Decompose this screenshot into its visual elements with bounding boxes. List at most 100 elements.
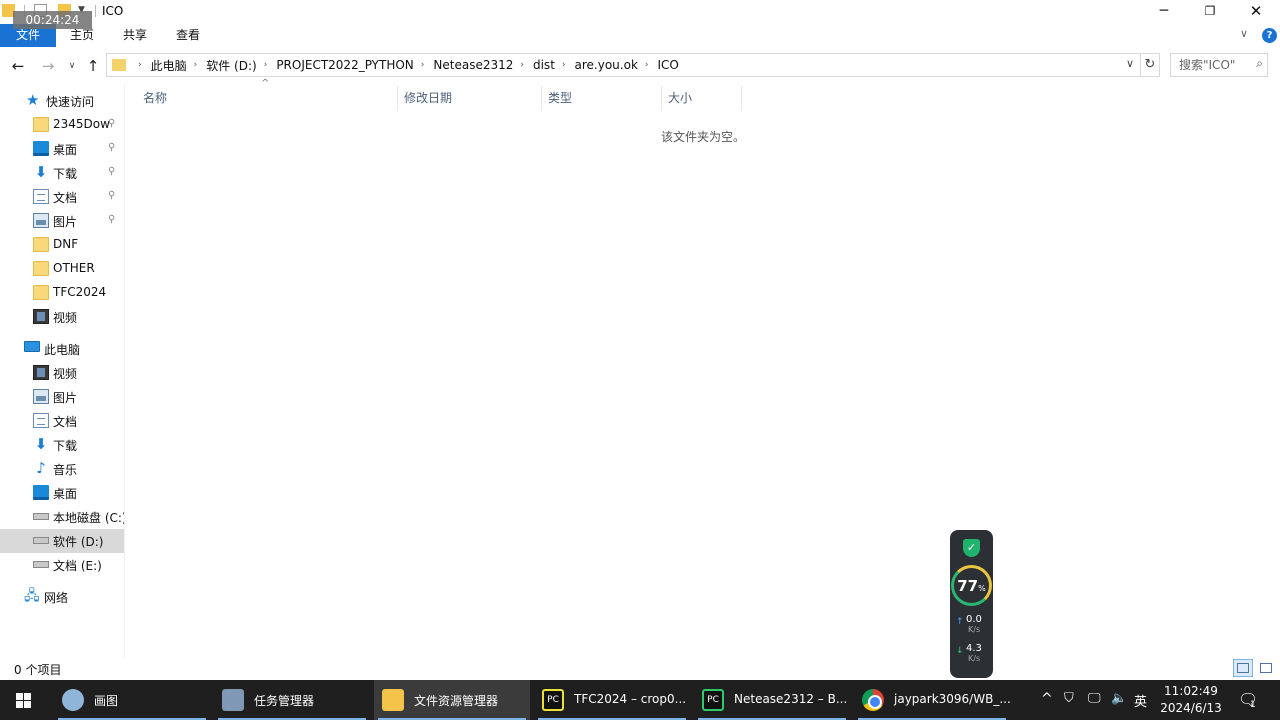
sidebar-item[interactable]: 视频	[0, 361, 124, 385]
breadcrumb-chevron-icon[interactable]: ›	[421, 60, 425, 70]
column-header-date-modified[interactable]: 修改日期	[398, 86, 542, 111]
volume-tray-icon[interactable]: 🔈	[1111, 691, 1127, 706]
drive-icon	[33, 513, 49, 520]
sidebar-item-network[interactable]: 🖧 网络	[0, 585, 124, 609]
refresh-button[interactable]: ↻	[1141, 53, 1160, 77]
address-dropdown-icon[interactable]: ∨	[1126, 57, 1134, 70]
sidebar-item-this-pc[interactable]: 此电脑	[0, 337, 124, 361]
breadcrumb-item[interactable]: are.you.ok	[575, 58, 638, 72]
sidebar-item[interactable]: 本地磁盘 (C:)	[0, 505, 124, 529]
pycharm-icon: PC	[542, 689, 564, 711]
taskbar-item-label: 文件资源管理器	[414, 694, 499, 708]
column-header-size[interactable]: 大小	[662, 86, 742, 111]
up-button[interactable]: ↑	[83, 57, 103, 75]
breadcrumb-item[interactable]: dist	[533, 58, 555, 72]
taskbar-item-label: 任务管理器	[254, 694, 315, 708]
network-tray-icon[interactable]: 🖵	[1088, 691, 1101, 706]
breadcrumb-item[interactable]: PROJECT2022_PYTHON	[276, 58, 413, 72]
taskbar-item[interactable]: 任务管理器	[214, 680, 370, 720]
taskbar-item-label: Netease2312 – B...	[734, 692, 848, 706]
system-monitor-widget[interactable]: ✓ 77% ↑ 0.0 K/s ↓ 4.3 K/s	[950, 530, 993, 678]
picture-icon	[33, 213, 49, 228]
sidebar-item[interactable]: 图片	[0, 385, 124, 409]
recent-locations-button[interactable]: ∨	[62, 61, 82, 71]
expand-ribbon-icon[interactable]: ∨	[1240, 27, 1248, 40]
breadcrumb-item[interactable]: Netease2312	[433, 58, 513, 72]
security-tray-icon[interactable]: ⛉	[1064, 691, 1074, 706]
download-speed-value: 4.3	[966, 643, 982, 654]
sidebar-item-label: 图片	[53, 391, 78, 405]
tab-view[interactable]: 查看	[163, 24, 213, 47]
upload-speed-unit: K/s	[968, 625, 981, 634]
sidebar-item[interactable]: 2345Dow ⚲	[0, 113, 124, 137]
taskbar-item[interactable]: jaypark3096/WB_...	[854, 680, 1010, 720]
download-arrow-icon: ↓	[956, 646, 964, 656]
start-button[interactable]	[0, 680, 48, 720]
chrome-icon	[862, 689, 884, 711]
breadcrumb-item[interactable]: ICO	[658, 58, 679, 72]
taskbar-item[interactable]: 文件资源管理器	[374, 680, 530, 720]
back-button[interactable]: ←	[8, 57, 28, 75]
forward-button[interactable]: →	[38, 57, 58, 75]
column-header-name[interactable]: 名称	[137, 86, 398, 111]
breadcrumb-chevron-icon[interactable]: ›	[520, 60, 524, 70]
sidebar-item[interactable]: 文档 ⚲	[0, 185, 124, 209]
large-icons-view-button[interactable]	[1256, 659, 1276, 677]
item-count: 0 个项目	[14, 663, 62, 677]
taskbar-item[interactable]: 画图	[54, 680, 210, 720]
system-clock[interactable]: 11:02:49 2024/6/13	[1158, 683, 1224, 717]
sidebar-item-quick-access[interactable]: ★ 快速访问	[0, 89, 124, 113]
close-button[interactable]: ✕	[1233, 0, 1279, 24]
sidebar-item[interactable]: ⬇ 下载	[0, 433, 124, 457]
show-hidden-icons-button[interactable]: ^	[1041, 691, 1053, 707]
sidebar-item[interactable]: OTHER	[0, 257, 124, 281]
taskbar-item[interactable]: PC TFC2024 – crop0...	[534, 680, 690, 720]
sidebar-item-label: 桌面	[53, 143, 78, 157]
taskbar-item[interactable]: PC Netease2312 – B...	[694, 680, 850, 720]
minimize-button[interactable]: ─	[1141, 0, 1187, 24]
pycharm-icon: PC	[702, 689, 724, 711]
sidebar-item[interactable]: 桌面 ⚲	[0, 137, 124, 161]
clock-time: 11:02:49	[1164, 684, 1218, 698]
sidebar-item[interactable]: 图片 ⚲	[0, 209, 124, 233]
sidebar-item[interactable]: 视频	[0, 305, 124, 329]
address-bar[interactable]: › 此电脑 › 软件 (D:) › PROJECT2022_PYTHON › Netease2…	[106, 53, 1141, 77]
sidebar-item[interactable]: 软件 (D:)	[0, 529, 124, 553]
file-explorer-icon	[382, 689, 404, 711]
navigation-bar: ← → ∨ ↑ › 此电脑 › 软件 (D:) › PROJECT2022_PYTHON ›…	[0, 52, 1280, 80]
sidebar-item-label: 视频	[53, 367, 78, 381]
breadcrumb-item[interactable]: 此电脑	[151, 57, 187, 74]
memory-usage-gauge: 77%	[951, 565, 992, 606]
sidebar-item[interactable]: 文档	[0, 409, 124, 433]
security-shield-icon: ✓	[963, 539, 980, 557]
star-icon: ★	[26, 91, 40, 109]
sidebar-item[interactable]: 桌面	[0, 481, 124, 505]
breadcrumb-chevron-icon[interactable]: ›	[138, 60, 142, 70]
desktop-icon	[33, 141, 49, 156]
pin-icon: ⚲	[108, 166, 116, 177]
breadcrumb-item[interactable]: 软件 (D:)	[206, 57, 256, 74]
sidebar-item-label: 软件 (D:)	[53, 535, 104, 549]
breadcrumb-chevron-icon[interactable]: ›	[264, 60, 268, 70]
breadcrumb-chevron-icon[interactable]: ›	[194, 60, 198, 70]
column-header-type[interactable]: 类型	[542, 86, 662, 111]
search-input[interactable]	[1171, 54, 1249, 76]
input-method-indicator[interactable]: 英	[1134, 691, 1147, 710]
paint-icon	[62, 689, 84, 711]
search-icon[interactable]: ⌕	[1256, 56, 1263, 71]
sidebar-item[interactable]: 文档 (E:)	[0, 553, 124, 577]
sidebar-item[interactable]: ⬇ 下载 ⚲	[0, 161, 124, 185]
sidebar-item[interactable]: DNF	[0, 233, 124, 257]
video-icon	[33, 309, 49, 324]
sidebar-item[interactable]: TFC2024	[0, 281, 124, 305]
details-view-button[interactable]	[1233, 659, 1253, 677]
help-icon[interactable]: ?	[1262, 28, 1277, 43]
tab-share[interactable]: 共享	[110, 24, 160, 47]
restore-button[interactable]: ❐	[1187, 0, 1233, 24]
drive-icon	[33, 561, 49, 568]
breadcrumb-chevron-icon[interactable]: ›	[562, 60, 566, 70]
breadcrumb-chevron-icon[interactable]: ›	[645, 60, 649, 70]
search-box[interactable]: ⌕	[1170, 53, 1268, 77]
video-icon	[33, 365, 49, 380]
sidebar-item[interactable]: ♪ 音乐	[0, 457, 124, 481]
